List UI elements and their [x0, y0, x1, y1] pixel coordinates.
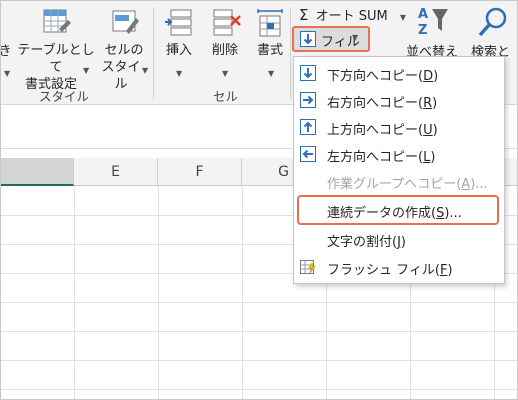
group-separator	[290, 7, 291, 99]
grid-line	[74, 186, 75, 399]
partial-style-label: き	[1, 44, 12, 59]
chevron-down-icon: ▼	[222, 69, 229, 78]
fill-left-icon	[300, 146, 316, 162]
style-group-label: スタイル	[39, 89, 90, 104]
excel-window: き ▼ テーブルとして 書式設定 ▼ セルの	[0, 0, 518, 400]
format-as-table-icon	[43, 9, 71, 33]
format-cells-button[interactable]: 書式	[250, 7, 290, 59]
fill-up-icon	[300, 119, 316, 135]
format-as-table-button[interactable]: テーブルとして 書式設定	[15, 7, 97, 93]
menu-item-label: 右方向へコピー(R)	[327, 96, 438, 111]
format-cells-icon	[257, 9, 283, 37]
flash-fill-icon	[300, 260, 316, 274]
menu-item-fill-right[interactable]: 右方向へコピー(R)	[294, 87, 504, 114]
menu-item-label: 左方向へコピー(L)	[327, 150, 436, 165]
fill-down-icon	[300, 31, 316, 47]
insert-cells-icon	[165, 9, 192, 36]
fill-right-icon	[300, 92, 316, 108]
search-icon	[478, 7, 507, 37]
autosum-label: オート SUM	[315, 9, 388, 24]
partial-style-button[interactable]: き	[1, 43, 12, 60]
series-item-highlight	[297, 195, 499, 225]
insert-cells-button[interactable]: 挿入	[159, 7, 199, 59]
chevron-down-icon: ▼	[142, 66, 149, 75]
grid-line	[1, 360, 517, 361]
delete-cells-icon	[213, 9, 241, 36]
menu-item-label: フラッシュ フィル(F)	[327, 263, 453, 278]
chevron-down-icon: ▼	[176, 69, 183, 78]
menu-item-fill-across-worksheets[interactable]: 作業グループへコピー(A)...	[294, 168, 504, 195]
group-separator	[153, 7, 154, 99]
grid-line	[242, 186, 243, 399]
menu-item-label: 上方向へコピー(U)	[327, 123, 438, 138]
menu-item-label: 下方向へコピー(D)	[327, 69, 439, 84]
grid-line	[1, 302, 517, 303]
fill-button[interactable]: フィル ▼	[292, 26, 370, 52]
menu-item-label: 文字の割付(J)	[327, 235, 406, 250]
sort-filter-icon: A Z	[418, 7, 448, 38]
fill-dropdown-menu: 下方向へコピー(D) 右方向へコピー(R) 上方向へコピー(U) 左方向へコピー…	[293, 56, 505, 284]
grid-line	[1, 389, 517, 390]
grid-line	[1, 331, 517, 332]
cells-group-label: セル	[213, 89, 239, 104]
column-header-selected[interactable]	[1, 158, 74, 186]
menu-item-justify[interactable]: 文字の割付(J)	[294, 226, 504, 253]
sigma-icon: Σ	[299, 6, 309, 24]
svg-text:Z: Z	[418, 23, 427, 38]
chevron-down-icon: ▼	[352, 33, 359, 42]
insert-label: 挿入	[165, 43, 192, 58]
find-select-button[interactable]: 検索と	[471, 5, 517, 61]
menu-item-label: 作業グループへコピー(A)...	[327, 177, 488, 192]
chevron-down-icon: ▼	[4, 69, 11, 78]
delete-label: 削除	[211, 43, 238, 58]
delete-cells-button[interactable]: 削除	[205, 7, 245, 59]
column-header-f[interactable]: F	[158, 158, 242, 186]
cell-styles-button[interactable]: セルの スタイル	[96, 7, 152, 93]
menu-item-fill-down[interactable]: 下方向へコピー(D)	[294, 60, 504, 87]
cell-styles-label-2: スタイル	[101, 60, 141, 92]
format-label: 書式	[256, 43, 283, 58]
grid-line	[158, 186, 159, 399]
chevron-down-icon: ▼	[83, 66, 90, 75]
svg-text:A: A	[418, 7, 428, 22]
fill-down-icon	[300, 65, 316, 81]
menu-item-fill-left[interactable]: 左方向へコピー(L)	[294, 141, 504, 168]
chevron-down-icon: ▼	[268, 69, 275, 78]
menu-item-flash-fill[interactable]: フラッシュ フィル(F)	[294, 254, 504, 281]
autosum-button[interactable]: Σ オート SUM ▼	[299, 5, 406, 24]
menu-item-fill-up[interactable]: 上方向へコピー(U)	[294, 114, 504, 141]
column-header-e[interactable]: E	[74, 158, 158, 186]
cell-styles-label-1: セルの	[104, 43, 144, 58]
cell-styles-icon	[112, 10, 139, 34]
